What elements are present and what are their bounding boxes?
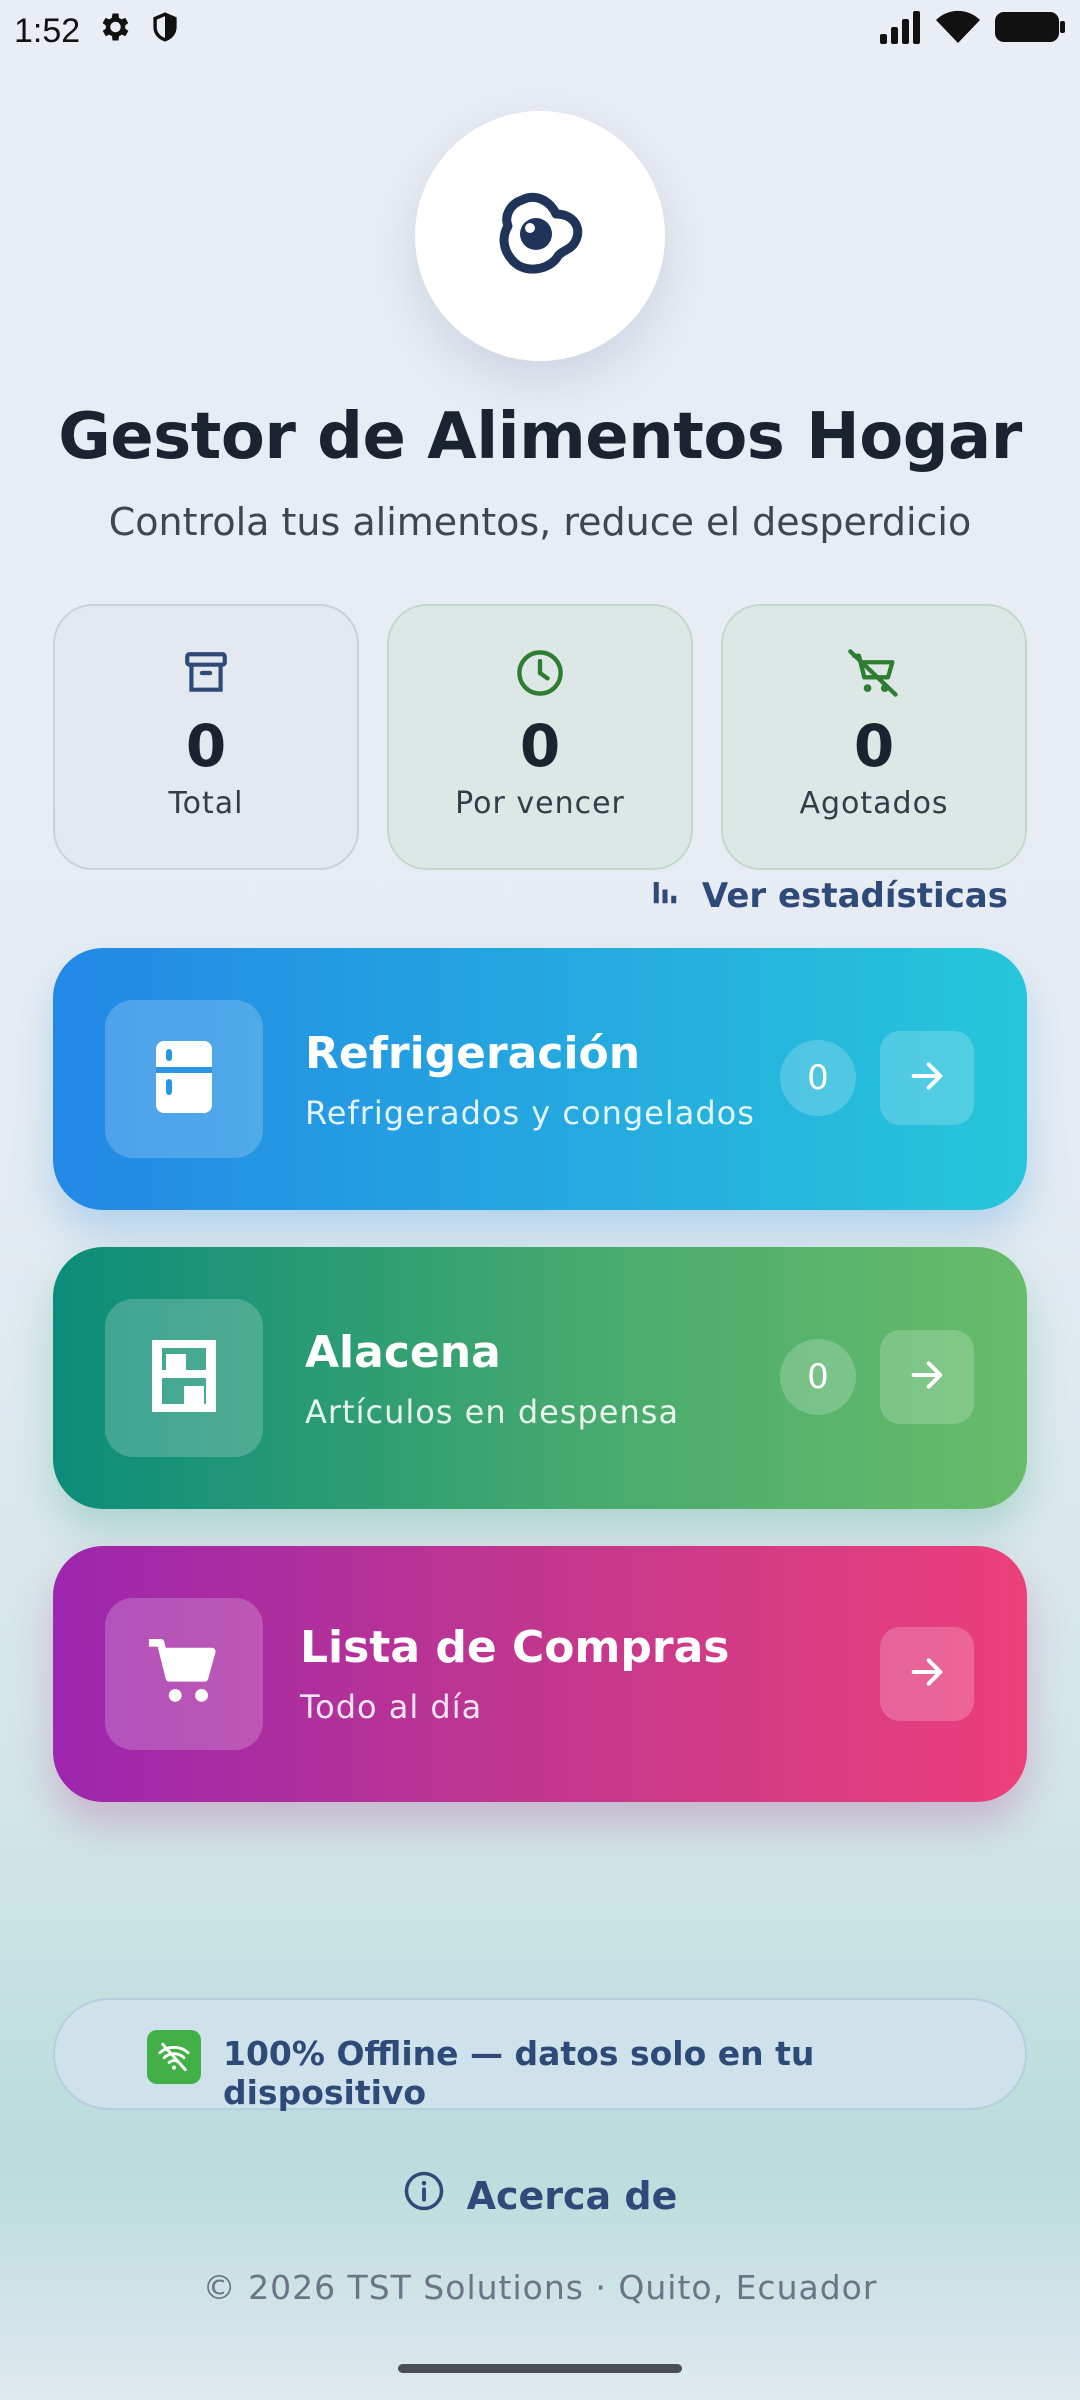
egg-icon [496,190,584,282]
home-indicator[interactable] [398,2364,682,2373]
stat-expiring-value: 0 [519,712,561,780]
offline-banner: 100% Offline — datos solo en tu disposit… [53,1998,1027,2112]
arrow-right-icon [907,1355,947,1399]
wifi-icon [936,10,980,53]
cart-icon-box [105,1598,263,1750]
view-statistics-label: Ver estadísticas [701,876,1008,916]
pantry-subtitle: Artículos en despensa [305,1393,680,1431]
stat-out-of-stock-value: 0 [853,712,895,780]
offline-banner-text: 100% Offline — datos solo en tu disposit… [223,2034,815,2112]
status-time: 1:52 [14,11,81,50]
arrow-right-icon [907,1056,947,1100]
about-label: Acerca de [466,2173,678,2218]
shield-icon [148,9,182,54]
cart-icon [146,1636,222,1712]
status-bar: 1:52 [0,0,1080,62]
pantry-open-button[interactable] [880,1330,974,1424]
refrigeration-subtitle: Refrigerados y congelados [305,1094,755,1132]
about-link[interactable]: Acerca de [0,2170,1080,2221]
pantry-title: Alacena [305,1327,501,1378]
battery-icon [994,10,1066,53]
stat-expiring-label: Por vencer [455,786,625,821]
fridge-icon-box [105,1000,263,1158]
refrigeration-title: Refrigeración [305,1028,641,1079]
bar-chart-icon [650,876,680,916]
shopping-list-title: Lista de Compras [300,1622,730,1673]
arrow-right-icon [907,1652,947,1696]
app-title: Gestor de Alimentos Hogar [58,400,1022,474]
section-card-pantry[interactable]: Alacena Artículos en despensa 0 [53,1247,1027,1509]
stat-total-value: 0 [185,712,227,780]
app-subtitle: Controla tus alimentos, reduce el desper… [108,500,972,544]
app-logo [415,111,665,361]
section-card-shopping-list[interactable]: Lista de Compras Todo al día [53,1546,1027,1802]
shopping-list-open-button[interactable] [880,1627,974,1721]
fridge-icon [152,1037,216,1121]
refrigeration-count-badge: 0 [780,1040,856,1116]
archive-box-icon [181,646,231,700]
pantry-count-badge: 0 [780,1339,856,1415]
wifi-off-icon [147,2030,201,2084]
view-statistics-link[interactable]: Ver estadísticas [650,876,1008,916]
footer-copyright: © 2026 TST Solutions · Quito, Ecuador [202,2268,878,2307]
info-icon [403,2170,445,2221]
stat-card-total[interactable]: 0 Total [53,604,359,870]
stat-card-out-of-stock[interactable]: 0 Agotados [721,604,1027,870]
section-card-refrigeration[interactable]: Refrigeración Refrigerados y congelados … [53,948,1027,1210]
shelf-icon [148,1336,220,1420]
stat-total-label: Total [168,786,244,821]
clock-icon [514,646,566,700]
shelf-icon-box [105,1299,263,1457]
gear-icon [96,9,132,54]
shopping-list-subtitle: Todo al día [300,1688,483,1726]
signal-icon [878,10,922,53]
stat-card-expiring[interactable]: 0 Por vencer [387,604,693,870]
stat-out-of-stock-label: Agotados [799,786,949,821]
refrigeration-open-button[interactable] [880,1031,974,1125]
cart-off-icon [846,646,902,700]
